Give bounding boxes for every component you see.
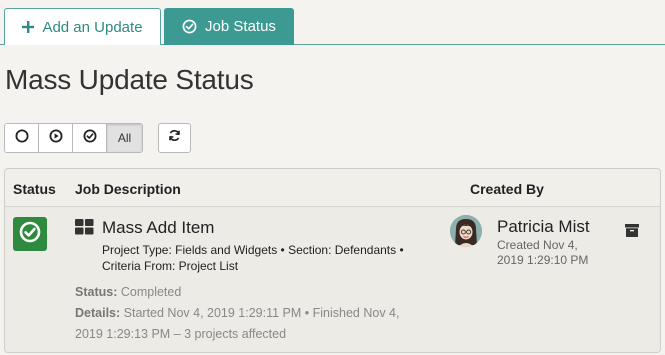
tab-job-status[interactable]: Job Status [164,8,294,45]
table-row: Mass Add Item Project Type: Fields and W… [5,208,660,352]
tab-add-update[interactable]: Add an Update [4,8,161,45]
table-header: Status Job Description Created By [5,169,660,207]
details-label: Details: [75,306,121,320]
column-header-created-by: Created By [470,181,544,197]
refresh-icon [168,129,181,147]
status-value: Completed [120,285,182,299]
job-status-line: Status: Completed [75,282,435,303]
job-meta-line: Criteria From: Project List [102,259,239,273]
creator-name: Patricia Mist [497,217,590,236]
check-circle-icon [182,19,197,34]
column-header-status: Status [13,181,56,197]
page-title: Mass Update Status [5,64,254,95]
job-meta: Project Type: Fields and Widgets • Secti… [102,242,442,274]
tab-job-status-label: Job Status [205,18,276,35]
tab-bar: Add an Update Job Status [0,0,665,45]
details-text: Started Nov 4, 2019 1:29:11 PM • Finishe… [123,306,400,320]
status-filter-group: All [4,123,143,153]
job-meta-line: Project Type: Fields and Widgets • Secti… [102,243,404,257]
tab-add-update-label: Add an Update [42,18,143,36]
filter-running-button[interactable] [39,124,73,152]
refresh-button[interactable] [158,123,191,153]
status-completed-badge [13,217,47,251]
created-line: Created Nov 4, [497,238,578,252]
status-label: Status: [75,285,118,299]
grid-icon [75,219,94,240]
column-header-job-description: Job Description [75,181,181,197]
circle-outline-icon [15,129,29,148]
job-status-table: Status Job Description Created By Mass A… [4,168,661,353]
archive-icon[interactable] [625,224,639,242]
created-line: 2019 1:29:10 PM [497,253,589,267]
filter-pending-button[interactable] [5,124,39,152]
plus-icon [22,21,35,33]
created-timestamp: Created Nov 4, 2019 1:29:10 PM [497,238,607,268]
filter-all-button[interactable]: All [107,124,142,152]
job-details: Details: Started Nov 4, 2019 1:29:11 PM … [75,303,435,345]
filter-completed-button[interactable] [73,124,107,152]
details-text: 2019 1:29:13 PM – 3 projects affected [75,327,287,341]
job-name: Mass Add Item [102,218,215,237]
play-circle-icon [49,129,63,148]
check-circle-icon [83,129,97,148]
check-circle-icon [18,220,42,249]
avatar [450,215,482,247]
